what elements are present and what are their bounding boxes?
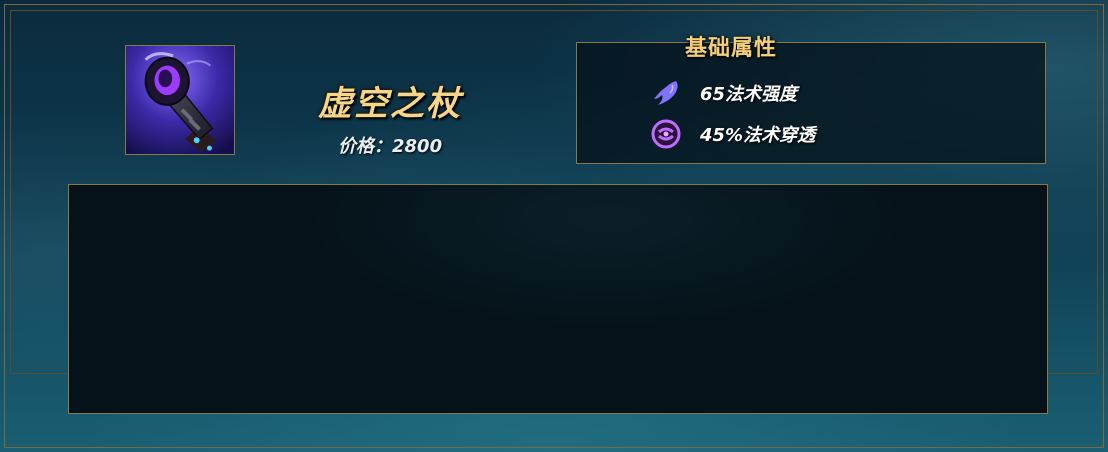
description-panel xyxy=(68,184,1048,414)
price-label: 价格： xyxy=(338,136,392,157)
stat-text: 45%法术穿透 xyxy=(700,125,816,146)
price-row: 价格：2800 xyxy=(338,132,442,158)
item-name: 虚空之杖 xyxy=(318,84,462,124)
magic-penetration-icon xyxy=(651,119,681,149)
void-staff-icon xyxy=(125,45,235,155)
stat-row-ability-power: 65法术强度 xyxy=(650,76,797,110)
ability-power-icon xyxy=(654,81,678,105)
stat-text: 65法术强度 xyxy=(700,84,798,105)
stat-row-magic-penetration: 45%法术穿透 xyxy=(650,117,815,151)
stats-title: 基础属性 xyxy=(684,36,777,61)
item-tooltip: 虚空之杖 价格：2800 基础属性 65法术强度 45%法术穿透 xyxy=(0,0,1108,452)
price-value: 2800 xyxy=(392,136,443,157)
